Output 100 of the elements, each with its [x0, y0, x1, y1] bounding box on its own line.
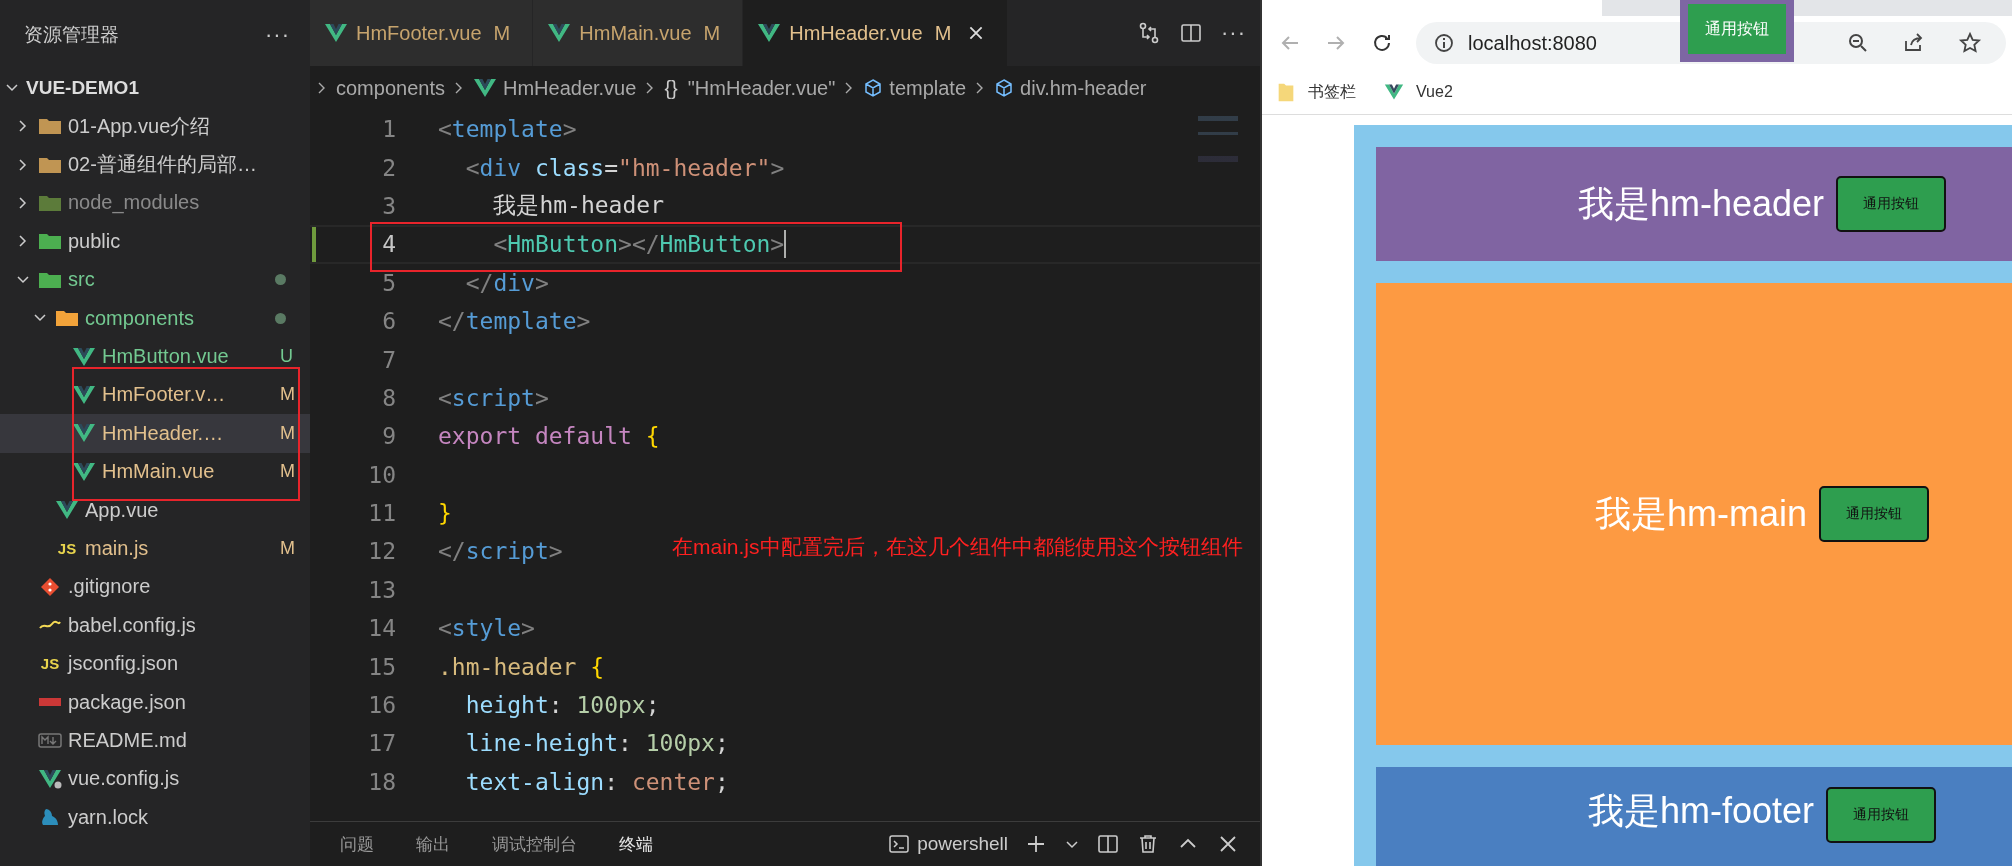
tree-item[interactable]: package.json	[0, 682, 310, 722]
git-status-label: M	[280, 461, 296, 483]
annotation-note: 在main.js中配置完后，在这几个组件中都能使用这个按钮组件	[672, 534, 1243, 560]
folder-icon	[55, 308, 79, 329]
terminal-icon	[887, 832, 912, 856]
folder-icon	[38, 231, 62, 252]
editor-tab[interactable]: HmFooter.vue M	[310, 0, 534, 66]
code-line: line-height: 100px;	[464, 730, 729, 757]
line-number: 1	[381, 116, 396, 143]
code-line: </script>	[438, 538, 563, 565]
project-header[interactable]: VUE-DEMO1	[0, 69, 310, 107]
code-line: text-align: center;	[464, 768, 729, 795]
code-line: export default {	[438, 423, 660, 450]
tree-item[interactable]: HmMain.vue M	[0, 452, 310, 491]
line-number: 5	[381, 269, 396, 296]
code-line: <template>	[438, 116, 577, 143]
tree-item[interactable]: README.md	[0, 721, 310, 760]
editor-tab[interactable]: HmMain.vue M	[533, 0, 744, 66]
split-editor-icon[interactable]	[1179, 21, 1203, 45]
sidebar-title: 资源管理器	[24, 22, 119, 47]
breadcrumb-item[interactable]: {} "HmHeader.vue"	[664, 76, 836, 100]
generic-button[interactable]: 通用按钮	[1826, 787, 1937, 843]
line-number: 4	[381, 231, 396, 258]
star-icon[interactable]	[1958, 31, 1982, 55]
panel-tab[interactable]: 输出	[416, 832, 450, 856]
vue-logo-icon	[324, 23, 348, 43]
git-status-label: M	[280, 538, 296, 559]
git-status-label: M	[280, 422, 296, 444]
info-icon	[1432, 31, 1456, 55]
vue-logo-icon	[547, 23, 572, 43]
text-cursor	[784, 230, 787, 259]
split-panel-icon[interactable]	[1096, 832, 1120, 856]
line-number: 12	[367, 538, 396, 565]
line-number: 16	[367, 692, 396, 719]
more-actions-button[interactable]: ···	[265, 21, 290, 48]
section-heading: 我是hm-main	[1595, 491, 1807, 536]
line-number: 18	[367, 768, 396, 795]
line-number: 13	[367, 576, 396, 603]
editor-tab[interactable]: HmHeader.vue M	[743, 0, 1009, 66]
tree-item[interactable]: 02-普通组件的局部…	[0, 145, 310, 184]
tree-item[interactable]: HmButton.vue U	[0, 337, 310, 376]
generic-button[interactable]: 通用按钮	[1819, 486, 1929, 542]
panel-tab[interactable]: 问题	[340, 832, 374, 856]
tree-item[interactable]: JS jsconfig.json	[0, 644, 310, 683]
line-number: 11	[367, 500, 396, 527]
tree-item[interactable]: App.vue	[0, 490, 310, 530]
bookmark[interactable]: Vue2	[1384, 81, 1453, 103]
tree-item[interactable]: src	[0, 260, 310, 299]
tree-item[interactable]: components	[0, 298, 310, 338]
line-number: 9	[381, 423, 396, 450]
breadcrumb-item[interactable]: components	[336, 76, 445, 100]
tree-item[interactable]: public	[0, 222, 310, 261]
tree-item[interactable]: HmHeader.… M	[0, 414, 310, 453]
vue-logo-icon	[72, 384, 96, 405]
line-number: 15	[367, 653, 396, 680]
panel-tab[interactable]: 终端	[619, 832, 653, 856]
tree-item[interactable]: .gitignore	[0, 567, 310, 607]
vue-logo-icon	[72, 461, 96, 482]
js-file-icon: JS	[55, 540, 79, 557]
code-line: <style>	[438, 615, 535, 642]
code-line: <div class="hm-header">	[464, 154, 785, 181]
vue-config-icon	[38, 768, 62, 789]
tree-item[interactable]: node_modules	[0, 183, 310, 223]
tree-item[interactable]: vue.config.js	[0, 759, 310, 799]
breadcrumb-item[interactable]: template	[863, 76, 967, 100]
generic-button[interactable]: 通用按钮	[1836, 176, 1947, 232]
vue-logo-icon	[72, 423, 96, 444]
git-status-label: M	[280, 384, 296, 406]
bookmark[interactable]: 书签栏	[1276, 81, 1356, 103]
vue-logo-icon	[72, 346, 96, 367]
line-number: 6	[381, 308, 396, 335]
cube-icon	[863, 78, 884, 98]
more-actions-button[interactable]: ···	[1221, 20, 1246, 46]
code-line: height: 100px;	[464, 692, 660, 719]
tree-item[interactable]: JS main.js M	[0, 529, 310, 568]
code-line: }	[438, 500, 452, 527]
vue-logo-icon	[55, 500, 79, 521]
cube-icon	[994, 78, 1015, 98]
vue-logo-icon	[472, 78, 497, 98]
folder-icon	[38, 116, 62, 137]
tree-item[interactable]: HmFooter.v… M	[0, 375, 310, 415]
code-line: <HmButton></HmButton>	[492, 231, 785, 258]
panel-tab[interactable]: 调试控制台	[492, 832, 577, 856]
terminal-selector[interactable]: powershell	[887, 832, 1008, 856]
breadcrumb-item[interactable]: div.hm-header	[994, 76, 1147, 100]
section-heading: 我是hm-footer	[1587, 789, 1815, 833]
section-heading: 我是hm-header	[1577, 181, 1825, 226]
line-number: 14	[367, 615, 396, 642]
vue-logo-icon	[757, 23, 782, 43]
folder-icon	[1276, 81, 1296, 103]
line-number: 17	[367, 730, 396, 757]
breadcrumb-item[interactable]: HmHeader.vue	[472, 76, 637, 100]
code-line: .hm-header {	[438, 653, 605, 680]
code-line: </template>	[438, 308, 591, 335]
tree-item[interactable]: babel.config.js	[0, 606, 310, 645]
line-number: 8	[381, 384, 396, 411]
tree-item[interactable]: 01-App.vue介绍	[0, 107, 310, 146]
compare-changes-icon[interactable]	[1137, 21, 1161, 45]
tree-item[interactable]: yarn.lock	[0, 798, 310, 837]
code-line: </div>	[464, 269, 549, 296]
